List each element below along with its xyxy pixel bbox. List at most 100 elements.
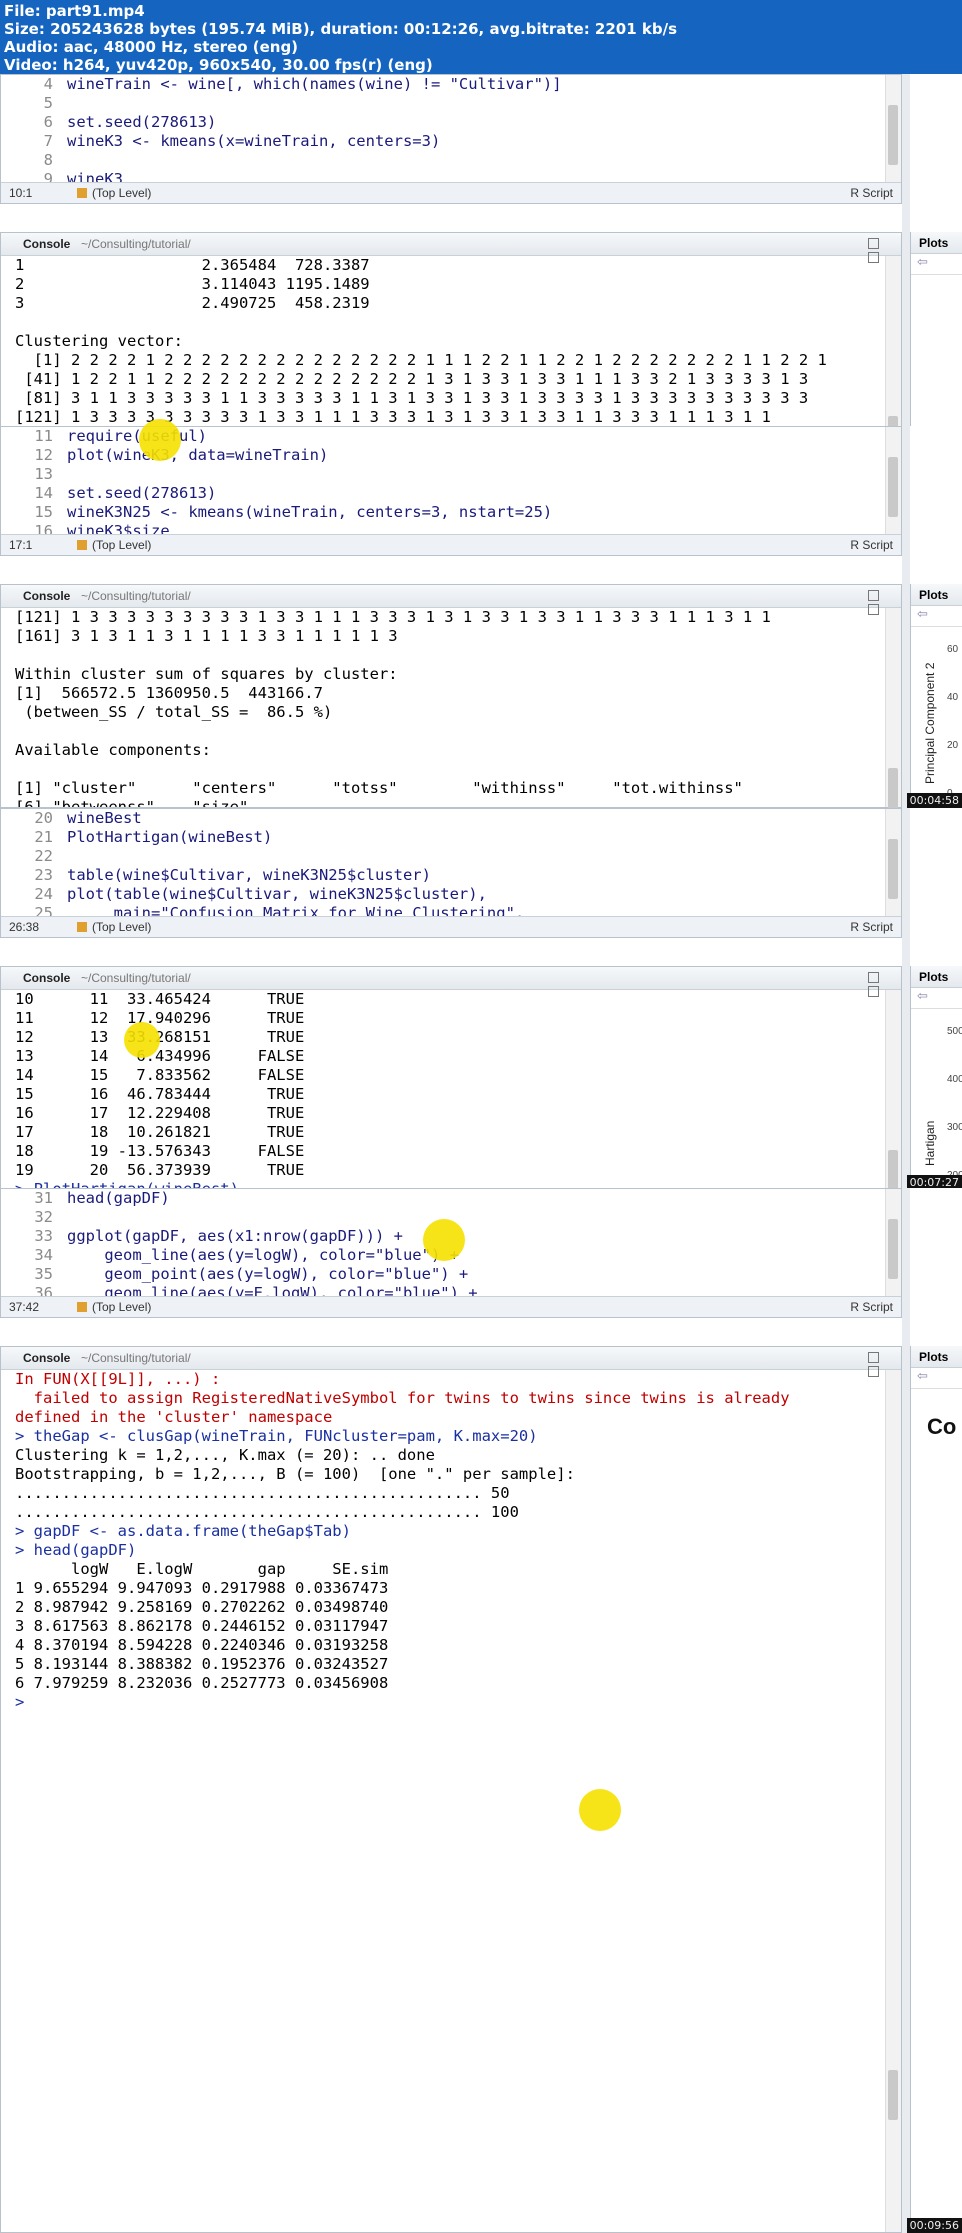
file-type-selector[interactable]: R Script (850, 920, 893, 934)
plots-pane: Plots ⇦ (910, 232, 962, 456)
plot-y-tick: 300 (947, 1122, 962, 1133)
minimize-icon[interactable] (868, 972, 879, 983)
tab-plots[interactable]: Plots (911, 966, 962, 988)
console-pane[interactable]: Console ~/Consulting/tutorial/ [121] 1 3 3… (0, 584, 902, 808)
pane-splitter[interactable] (902, 808, 910, 1190)
scrollbar-thumb[interactable] (888, 105, 898, 165)
plot-nav-arrows[interactable]: ⇦ (911, 1368, 962, 1389)
tab-plots[interactable]: Plots (911, 1346, 962, 1368)
console-pane[interactable]: Console ~/Consulting/tutorial/10 11 33.46… (0, 966, 902, 1190)
source-line[interactable]: 4 wineTrain <- wine[, which(names(wine) !… (1, 75, 885, 94)
scope-label: (Top Level) (92, 538, 152, 552)
source-line[interactable]: 22 (1, 847, 885, 866)
pane-window-controls[interactable] (865, 590, 891, 615)
source-line[interactable]: 6 set.seed(278613) (1, 113, 885, 132)
console-pane[interactable]: Console ~/Consulting/tutorial/1 2.365484 … (0, 232, 902, 456)
source-line[interactable]: 24 plot(table(wine$Cultivar, wineK3N25$cl… (1, 885, 885, 904)
minimize-icon[interactable] (868, 1352, 879, 1363)
working-directory[interactable]: ~/Consulting/tutorial/ (81, 1351, 191, 1365)
source-line[interactable]: 11 require(useful) (1, 427, 885, 446)
minimize-icon[interactable] (868, 238, 879, 249)
source-code-area[interactable]: 11 require(useful) 12 plot(wineK3, data=win… (1, 427, 885, 535)
mouse-highlight (124, 1022, 160, 1058)
source-line[interactable]: 13 (1, 465, 885, 484)
console-scrollbar[interactable] (885, 990, 901, 1190)
tab-console[interactable]: Console (23, 971, 70, 985)
source-line[interactable]: 20 wineBest (1, 809, 885, 828)
pane-splitter[interactable] (902, 426, 910, 808)
console-scrollbar[interactable] (885, 608, 901, 808)
back-arrow-icon[interactable]: ⇦ (917, 1368, 928, 1383)
pane-window-controls[interactable] (865, 238, 891, 263)
plot-nav-arrows[interactable]: ⇦ (911, 254, 962, 275)
source-editor[interactable]: 20 wineBest 21 PlotHartigan(wineBest) 22 23 ta… (0, 808, 902, 938)
frame-timestamp: 00:04:58 (906, 793, 962, 808)
pane-splitter[interactable] (902, 74, 910, 456)
scrollbar-thumb[interactable] (888, 839, 898, 899)
file-info-line: File: part91.mp4 (4, 2, 145, 20)
video-info-line: Video: h264, yuv420p, 960x540, 30.00 fps… (4, 56, 433, 74)
console-line: > (15, 1693, 34, 1711)
pane-window-controls[interactable] (865, 972, 891, 997)
source-code-area[interactable]: 4 wineTrain <- wine[, which(names(wine) !… (1, 75, 885, 183)
tab-console[interactable]: Console (23, 1351, 70, 1365)
working-directory[interactable]: ~/Consulting/tutorial/ (81, 971, 191, 985)
source-line[interactable]: 31 head(gapDF) (1, 1189, 885, 1208)
console-line: 10 11 33.465424 TRUE (15, 990, 305, 1008)
tab-console[interactable]: Console (23, 589, 70, 603)
scrollbar-thumb[interactable] (888, 2070, 898, 2120)
source-line[interactable]: 7 wineK3 <- kmeans(x=wineTrain, centers=3… (1, 132, 885, 151)
console-output[interactable]: In FUN(X[[9L]], ...) : failed to assign … (1, 1370, 885, 2232)
working-directory[interactable]: ~/Consulting/tutorial/ (81, 237, 191, 251)
scope-selector[interactable]: (Top Level) (77, 1300, 151, 1314)
code-text: table(wine$Cultivar, wineK3N25$cluster) (67, 866, 431, 884)
tab-plots[interactable]: Plots (911, 584, 962, 606)
working-directory[interactable]: ~/Consulting/tutorial/ (81, 589, 191, 603)
source-line[interactable]: 35 geom_point(aes(y=logW), color="blue")… (1, 1265, 885, 1284)
tab-console[interactable]: Console (23, 237, 70, 251)
minimize-icon[interactable] (868, 590, 879, 601)
source-scrollbar[interactable] (885, 75, 901, 183)
scope-selector[interactable]: (Top Level) (77, 186, 151, 200)
source-code-area[interactable]: 20 wineBest 21 PlotHartigan(wineBest) 22 23 ta… (1, 809, 885, 917)
console-scrollbar[interactable] (885, 1370, 901, 2232)
file-type-selector[interactable]: R Script (850, 186, 893, 200)
scrollbar-thumb[interactable] (888, 1219, 898, 1279)
pane-window-controls[interactable] (865, 1352, 891, 1377)
source-editor[interactable]: 11 require(useful) 12 plot(wineK3, data=win… (0, 426, 902, 556)
source-line[interactable]: 23 table(wine$Cultivar, wineK3N25$cluster… (1, 866, 885, 885)
scrollbar-thumb[interactable] (888, 1150, 898, 1190)
source-line[interactable]: 5 (1, 94, 885, 113)
plot-y-tick: 500 (947, 1026, 962, 1037)
code-text: set.seed(278613) (67, 484, 217, 502)
scrollbar-thumb[interactable] (888, 768, 898, 808)
source-line[interactable]: 8 (1, 151, 885, 170)
source-line[interactable]: 21 PlotHartigan(wineBest) (1, 828, 885, 847)
console-line: 2 8.987942 9.258169 0.2702262 0.03498740 (15, 1598, 389, 1616)
source-line[interactable]: 14 set.seed(278613) (1, 484, 885, 503)
back-arrow-icon[interactable]: ⇦ (917, 606, 928, 621)
console-line: [161] 3 1 3 1 1 3 1 1 1 1 3 3 1 1 1 1 1 … (15, 627, 398, 645)
file-type-selector[interactable]: R Script (850, 1300, 893, 1314)
back-arrow-icon[interactable]: ⇦ (917, 988, 928, 1003)
back-arrow-icon[interactable]: ⇦ (917, 254, 928, 269)
file-type-selector[interactable]: R Script (850, 538, 893, 552)
source-line[interactable]: 12 plot(wineK3, data=wineTrain) (1, 446, 885, 465)
source-scrollbar[interactable] (885, 427, 901, 535)
console-pane[interactable]: Console ~/Consulting/tutorial/In FUN(X[[9… (0, 1346, 902, 2233)
pane-splitter[interactable] (902, 1188, 910, 2233)
scope-selector[interactable]: (Top Level) (77, 538, 151, 552)
source-scrollbar[interactable] (885, 1189, 901, 1297)
plot-nav-arrows[interactable]: ⇦ (911, 606, 962, 627)
source-line[interactable]: 15 wineK3N25 <- kmeans(wineTrain, centers… (1, 503, 885, 522)
console-output[interactable]: 10 11 33.465424 TRUE 11 12 17.940296 TRUE… (1, 990, 885, 1189)
console-output[interactable]: [121] 1 3 3 3 3 3 3 3 3 3 1 3 3 1 1 1 3 … (1, 608, 885, 807)
tab-plots[interactable]: Plots (911, 232, 962, 254)
source-editor[interactable]: 4 wineTrain <- wine[, which(names(wine) !… (0, 74, 902, 204)
scrollbar-thumb[interactable] (888, 457, 898, 517)
plot-nav-arrows[interactable]: ⇦ (911, 988, 962, 1009)
source-scrollbar[interactable] (885, 809, 901, 917)
scope-selector[interactable]: (Top Level) (77, 920, 151, 934)
line-number: 13 (34, 465, 53, 483)
console-line: [1] 2 2 2 2 1 2 2 2 2 2 2 2 2 2 2 2 2 2 … (15, 351, 827, 369)
